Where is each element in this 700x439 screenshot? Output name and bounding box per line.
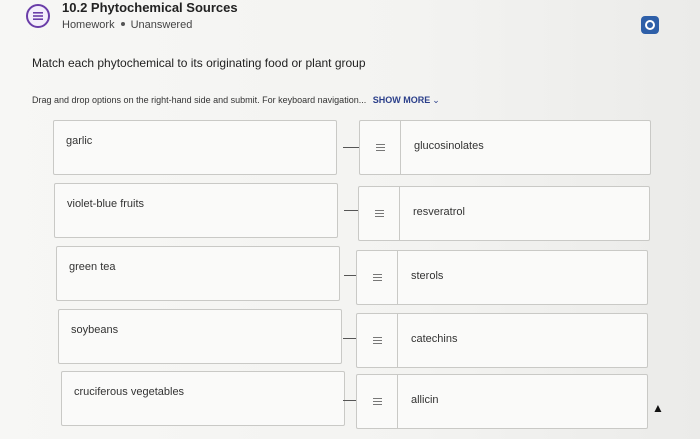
draggable-option[interactable]: allicin xyxy=(356,374,648,429)
draggable-option[interactable]: resveratrol xyxy=(358,186,650,241)
food-item: cruciferous vegetables xyxy=(61,371,345,426)
drag-handle-icon[interactable] xyxy=(360,121,401,174)
food-label: soybeans xyxy=(71,324,119,336)
option-label: resveratrol xyxy=(413,206,465,218)
show-more-link[interactable]: SHOW MORE xyxy=(373,95,431,105)
drag-handle-icon[interactable] xyxy=(359,187,400,240)
instructions-text: Drag and drop options on the right-hand … xyxy=(32,95,367,105)
food-label: cruciferous vegetables xyxy=(74,386,185,398)
circle-icon xyxy=(645,20,655,30)
draggable-option[interactable]: catechins xyxy=(356,313,648,368)
assignment-list-icon xyxy=(26,4,50,28)
option-label: catechins xyxy=(411,333,458,345)
food-label: garlic xyxy=(66,135,93,147)
food-label: green tea xyxy=(69,261,116,273)
assignment-meta: Homework Unanswered xyxy=(62,19,192,31)
food-item: violet-blue fruits xyxy=(54,183,338,238)
instructions: Drag and drop options on the right-hand … xyxy=(32,95,440,106)
assignment-title: 10.2 Phytochemical Sources xyxy=(62,0,238,15)
drag-handle-icon[interactable] xyxy=(357,375,398,428)
mouse-pointer-icon: ▲ xyxy=(652,401,664,415)
separator-dot xyxy=(120,22,125,27)
food-item: garlic xyxy=(53,120,337,175)
question-prompt: Match each phytochemical to its originat… xyxy=(32,56,366,70)
circle-status-button[interactable] xyxy=(641,16,659,34)
option-label: sterols xyxy=(411,270,444,282)
chevron-down-icon[interactable]: ⌄ xyxy=(432,95,440,105)
drag-handle-icon[interactable] xyxy=(357,251,398,304)
option-label: allicin xyxy=(411,394,439,406)
drag-handle-icon[interactable] xyxy=(357,314,398,367)
option-label: glucosinolates xyxy=(414,140,484,152)
page: 10.2 Phytochemical Sources Homework Unans… xyxy=(0,0,700,439)
draggable-option[interactable]: glucosinolates xyxy=(359,120,651,175)
food-item: green tea xyxy=(56,246,340,301)
food-label: violet-blue fruits xyxy=(67,198,145,210)
draggable-option[interactable]: sterols xyxy=(356,250,648,305)
status-label: Unanswered xyxy=(130,19,193,31)
category-label: Homework xyxy=(62,19,115,31)
food-item: soybeans xyxy=(58,309,342,364)
match-connector xyxy=(343,147,359,148)
